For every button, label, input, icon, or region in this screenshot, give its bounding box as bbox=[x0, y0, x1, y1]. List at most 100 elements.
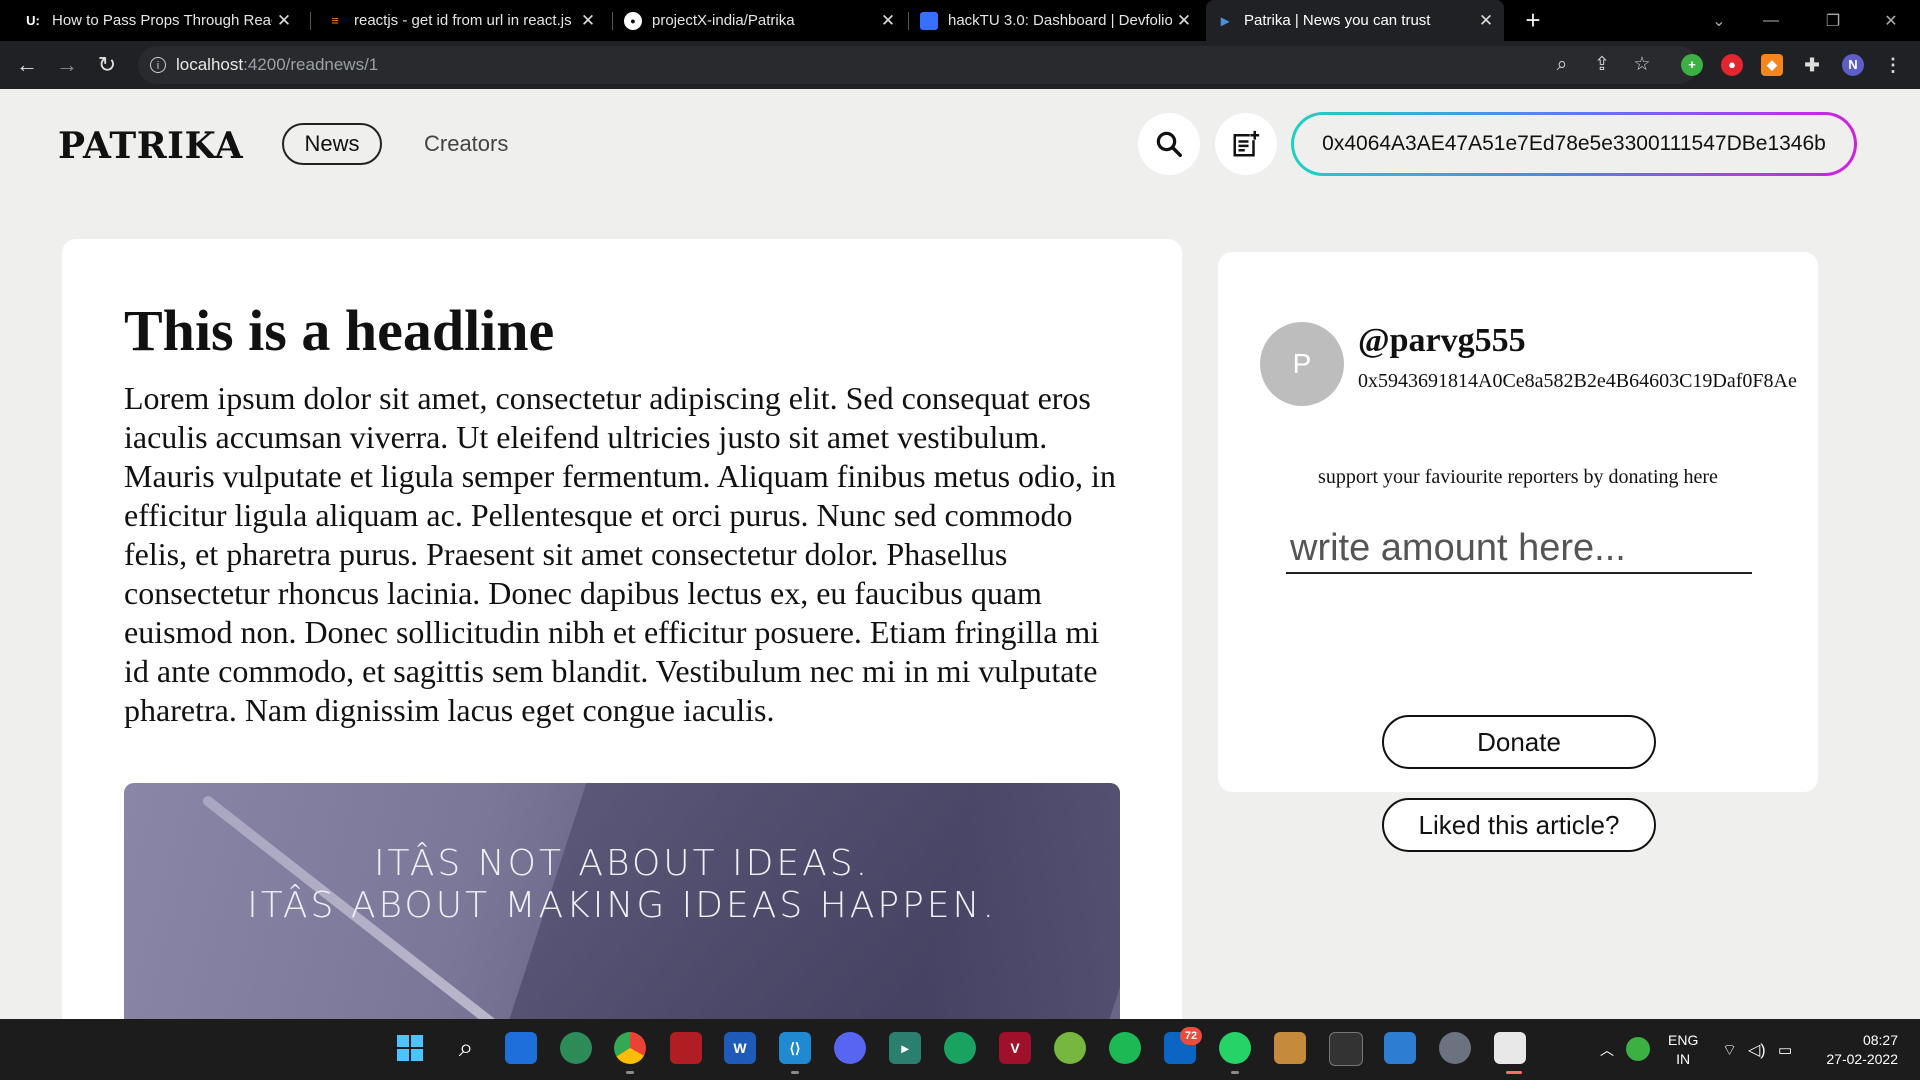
windows-logo-icon bbox=[397, 1035, 423, 1061]
creator-address: 0x5943691814A0Ce8a582B2e4B64603C19Daf0F8… bbox=[1358, 370, 1797, 392]
extension-green-icon[interactable]: + bbox=[1681, 54, 1703, 76]
tab-separator bbox=[908, 12, 909, 30]
image-quote-line-2: ITÂS ABOUT MAKING IDEAS HAPPEN. bbox=[247, 885, 997, 926]
image-quote: ITÂS NOT ABOUT IDEAS. ITÂS ABOUT MAKING … bbox=[124, 843, 1120, 927]
maps-app-icon[interactable] bbox=[944, 1032, 976, 1064]
close-icon[interactable]: ✕ bbox=[1172, 11, 1196, 31]
url-path: :4200/readnews/1 bbox=[243, 55, 379, 74]
clock-date: 27-02-2022 bbox=[1826, 1050, 1898, 1067]
minimize-button[interactable]: — bbox=[1746, 0, 1796, 41]
back-button[interactable]: ← bbox=[12, 50, 42, 80]
tab-favicon: U: bbox=[26, 13, 40, 28]
running-indicator bbox=[626, 1071, 634, 1074]
chrome-icon[interactable] bbox=[614, 1032, 646, 1064]
vscode-icon[interactable]: ⟨⟩ bbox=[779, 1032, 811, 1064]
article-card: This is a headline Lorem ipsum dolor sit… bbox=[62, 239, 1182, 1019]
search-icon bbox=[1156, 131, 1182, 157]
tab-github[interactable]: ● projectX-india/Patrika ✕ bbox=[614, 0, 906, 41]
tab-patrika-active[interactable]: ▸ Patrika | News you can trust ✕ bbox=[1206, 0, 1504, 41]
desktop-icon[interactable] bbox=[505, 1032, 537, 1064]
tab-title: hackTU 3.0: Dashboard | Devfolio bbox=[948, 12, 1172, 29]
donate-button[interactable]: Donate bbox=[1382, 715, 1656, 769]
tab-stackoverflow[interactable]: ≡ reactjs - get id from url in react.js … bbox=[316, 0, 606, 41]
close-icon[interactable]: ✕ bbox=[876, 11, 900, 31]
site-logo[interactable]: PATRIKA bbox=[58, 125, 243, 167]
tray-chevron-icon[interactable]: ︿ bbox=[1600, 1019, 1614, 1080]
search-taskbar-icon[interactable]: ⌕ bbox=[450, 1032, 482, 1064]
creator-card: P @parvg555 0x5943691814A0Ce8a582B2e4B64… bbox=[1218, 252, 1818, 852]
forward-button[interactable]: → bbox=[52, 50, 82, 80]
browser-tab-bar: U: How to Pass Props Through Reac ✕ ≡ re… bbox=[0, 0, 1920, 41]
snipping-tool-icon[interactable] bbox=[1494, 1032, 1526, 1064]
game-app-icon[interactable] bbox=[670, 1032, 702, 1064]
reload-button[interactable]: ↻ bbox=[92, 50, 122, 80]
close-icon[interactable]: ✕ bbox=[1474, 11, 1498, 31]
write-article-button[interactable] bbox=[1215, 113, 1277, 175]
devfolio-icon bbox=[920, 11, 938, 30]
language-indicator[interactable]: ENG IN bbox=[1668, 1019, 1698, 1080]
package-icon[interactable] bbox=[1274, 1032, 1306, 1064]
nav-creators-link[interactable]: Creators bbox=[424, 123, 508, 165]
nav-news-link[interactable]: News bbox=[282, 123, 382, 165]
bookmark-star-icon[interactable]: ☆ bbox=[1628, 46, 1656, 84]
valorant-icon[interactable]: V bbox=[999, 1032, 1031, 1064]
active-indicator bbox=[1506, 1071, 1522, 1074]
terminal-icon[interactable] bbox=[1329, 1032, 1363, 1066]
close-window-button[interactable]: ✕ bbox=[1866, 0, 1916, 41]
extension-red-icon[interactable]: ● bbox=[1721, 54, 1743, 76]
url-bar[interactable]: i localhost:4200/readnews/1 ⌕ ⇪ ☆ bbox=[138, 46, 1698, 84]
patrika-favicon-icon: ▸ bbox=[1220, 12, 1230, 30]
tab-title: reactjs - get id from url in react.js bbox=[354, 12, 572, 29]
spotify-icon[interactable] bbox=[1109, 1032, 1141, 1064]
battery-icon[interactable]: ▭ bbox=[1778, 1019, 1792, 1080]
tab-separator bbox=[310, 12, 311, 30]
discord-icon[interactable] bbox=[834, 1032, 866, 1064]
creator-handle[interactable]: @parvg555 bbox=[1358, 322, 1526, 360]
tray-app-icon[interactable] bbox=[1626, 1037, 1650, 1061]
language-label: ENG bbox=[1668, 1031, 1699, 1048]
zoom-icon[interactable]: ⌕ bbox=[1548, 46, 1576, 84]
notification-badge: 72 bbox=[1180, 1027, 1202, 1045]
support-text: support your faviourite reporters by don… bbox=[1318, 466, 1718, 488]
close-icon[interactable]: ✕ bbox=[576, 11, 600, 31]
edge-icon[interactable] bbox=[560, 1032, 592, 1064]
volume-icon[interactable]: ◁) bbox=[1748, 1019, 1766, 1080]
tab-search-icon[interactable]: ⌄ bbox=[1694, 0, 1744, 41]
taskbar: ⌕ W ⟨⟩ ▸ V 72 ︿ ENG IN ⌔ ◁) ▭ 08:27 27-0… bbox=[0, 1019, 1920, 1080]
search-button[interactable] bbox=[1138, 113, 1200, 175]
wallet-address-button[interactable]: 0x4064A3AE47A51e7Ed78e5e3300111547DBe134… bbox=[1291, 112, 1857, 176]
wifi-icon[interactable]: ⌔ bbox=[1722, 1019, 1737, 1080]
site-info-icon[interactable]: i bbox=[150, 57, 166, 73]
tab-title: projectX-india/Patrika bbox=[652, 12, 795, 29]
app-arrow-icon[interactable]: ▸ bbox=[889, 1032, 921, 1064]
windows-start-icon[interactable] bbox=[394, 1032, 426, 1064]
donation-amount-input[interactable] bbox=[1286, 524, 1752, 574]
tab-devfolio[interactable]: hackTU 3.0: Dashboard | Devfolio ✕ bbox=[910, 0, 1202, 41]
restore-button[interactable]: ❐ bbox=[1808, 0, 1858, 41]
photos-icon[interactable] bbox=[1384, 1032, 1416, 1064]
word-icon[interactable]: W bbox=[724, 1032, 756, 1064]
menu-kebab-icon[interactable]: ⋮ bbox=[1882, 54, 1904, 76]
tab-title: Patrika | News you can trust bbox=[1244, 12, 1431, 29]
running-indicator bbox=[1231, 1071, 1239, 1074]
close-icon[interactable]: ✕ bbox=[272, 11, 296, 31]
article-body: Lorem ipsum dolor sit amet, consectetur … bbox=[124, 380, 1116, 728]
metamask-icon[interactable]: ◆ bbox=[1761, 54, 1783, 76]
like-article-button[interactable]: Liked this article? bbox=[1382, 798, 1656, 852]
profile-avatar[interactable]: N bbox=[1842, 54, 1864, 76]
utorrent-icon[interactable] bbox=[1054, 1032, 1086, 1064]
new-tab-button[interactable]: + bbox=[1518, 6, 1548, 36]
whatsapp-icon[interactable] bbox=[1219, 1032, 1251, 1064]
stackoverflow-icon: ≡ bbox=[331, 13, 339, 28]
post-add-icon bbox=[1233, 130, 1260, 157]
clock-time: 08:27 bbox=[1862, 1031, 1898, 1048]
wallet-address: 0x4064A3AE47A51e7Ed78e5e3300111547DBe134… bbox=[1294, 115, 1854, 173]
share-icon[interactable]: ⇪ bbox=[1588, 46, 1616, 84]
clock[interactable]: 08:27 27-02-2022 bbox=[1818, 1019, 1898, 1080]
extensions-puzzle-icon[interactable]: ✚ bbox=[1801, 54, 1823, 76]
image-quote-line-1: ITÂS NOT ABOUT IDEAS. bbox=[373, 843, 871, 884]
settings-gear-icon[interactable] bbox=[1439, 1032, 1471, 1064]
browser-address-bar: ← → ↻ i localhost:4200/readnews/1 ⌕ ⇪ ☆ … bbox=[0, 41, 1920, 89]
tab-separator bbox=[612, 12, 613, 30]
tab-props[interactable]: U: How to Pass Props Through Reac ✕ bbox=[14, 0, 302, 41]
